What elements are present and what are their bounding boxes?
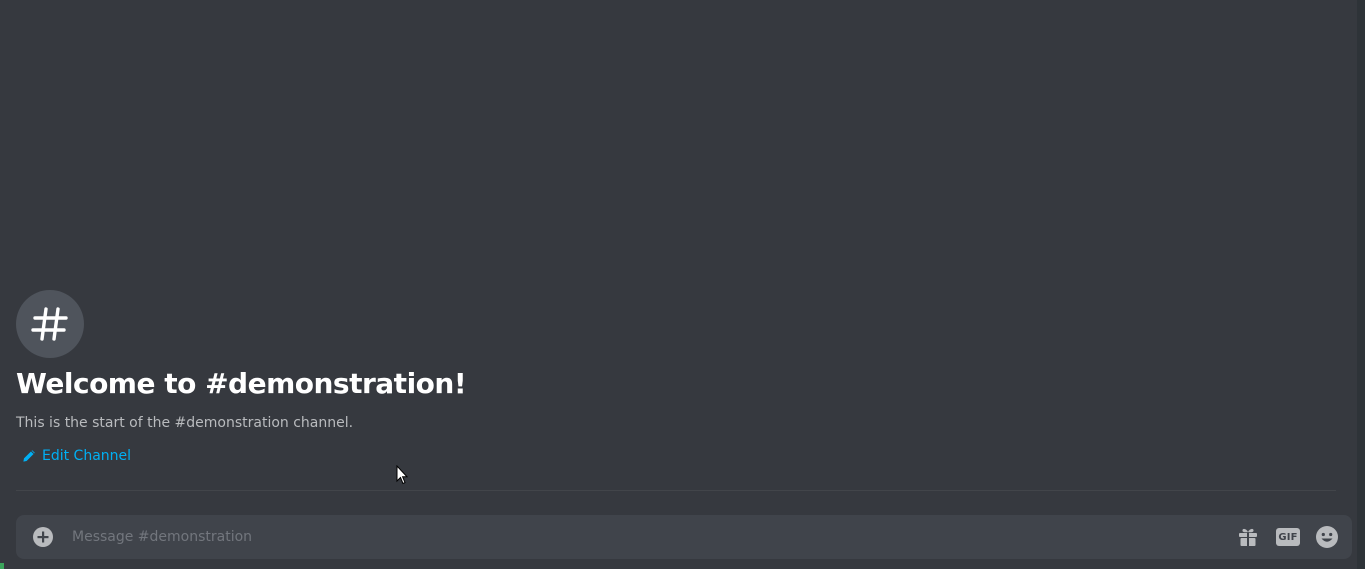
message-composer: GIF [16, 515, 1352, 559]
gift-icon [1239, 528, 1257, 546]
smiley-icon [1316, 526, 1338, 548]
chat-area: Welcome to #demonstration! This is the s… [0, 0, 1365, 569]
pencil-icon [23, 450, 35, 462]
message-input[interactable] [72, 515, 1222, 559]
welcome-subtitle: This is the start of the #demonstration … [16, 415, 354, 431]
gift-button[interactable] [1236, 525, 1260, 549]
divider [16, 490, 1336, 491]
edit-channel-button[interactable]: Edit Channel [22, 448, 131, 464]
channel-hashtag-avatar [16, 290, 84, 358]
welcome-title: Welcome to #demonstration! [16, 367, 467, 400]
status-indicator [0, 563, 4, 569]
emoji-button[interactable] [1314, 525, 1340, 549]
gif-button[interactable]: GIF [1275, 525, 1301, 549]
scrollbar[interactable] [1357, 0, 1365, 569]
hashtag-icon [31, 307, 68, 341]
edit-channel-label: Edit Channel [42, 448, 132, 464]
mouse-pointer-icon [396, 465, 408, 485]
attach-button[interactable] [32, 526, 54, 548]
gif-label: GIF [1276, 528, 1300, 546]
plus-circle-icon [33, 527, 53, 547]
